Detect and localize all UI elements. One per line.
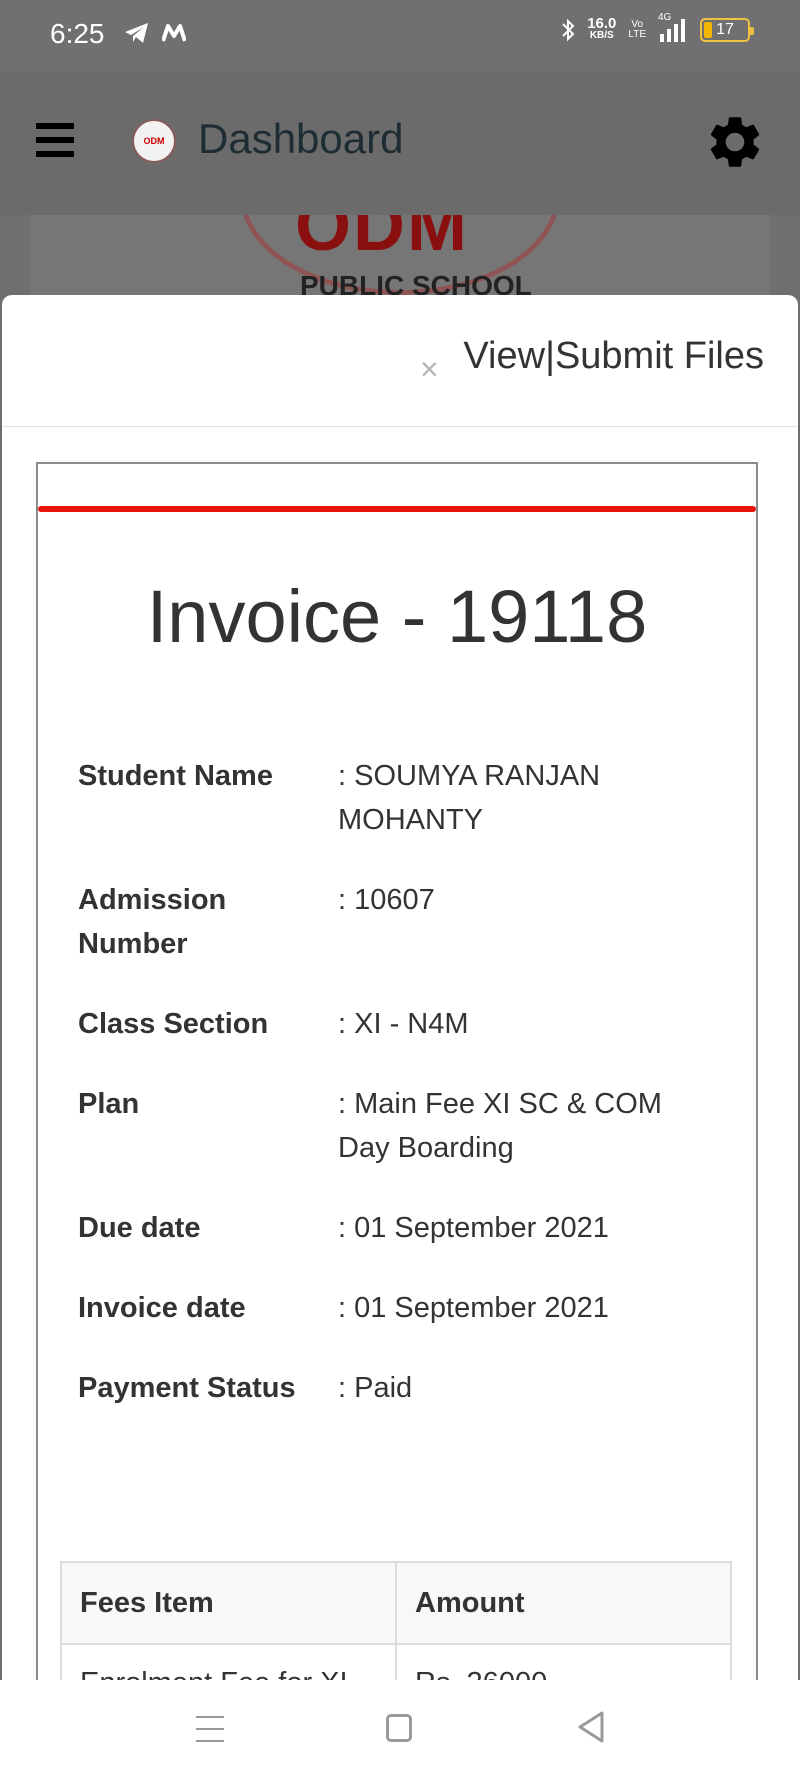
status-right-icons: 16.0 KB/S Vo LTE 4G 17 bbox=[561, 12, 754, 42]
modal-title: View|Submit Files bbox=[463, 335, 764, 377]
fees-table-header-row: Fees Item Amount bbox=[60, 1561, 732, 1645]
school-logo: ODM bbox=[132, 119, 176, 163]
amount-header: Amount bbox=[395, 1561, 732, 1645]
logo-text: ODM bbox=[143, 136, 165, 146]
recent-apps-icon[interactable] bbox=[196, 1716, 224, 1742]
background-page: ODM PUBLIC SCHOOL bbox=[30, 215, 770, 305]
detail-row-payment-status: Payment Status : Paid bbox=[78, 1366, 718, 1410]
invoice-accent-rule bbox=[38, 506, 756, 512]
files-modal: × View|Submit Files Invoice - 19118 Stud… bbox=[2, 295, 798, 1778]
m-app-icon bbox=[162, 24, 186, 42]
detail-value: : Main Fee XI SC & COM Day Boarding bbox=[338, 1088, 662, 1164]
detail-row-admission-number: Admission Number : 10607 bbox=[78, 878, 718, 966]
detail-label: Due date bbox=[78, 1212, 201, 1244]
detail-row-student-name: Student Name : SOUMYA RANJAN MOHANTY bbox=[78, 754, 718, 842]
invoice-details: Student Name : SOUMYA RANJAN MOHANTY Adm… bbox=[78, 754, 718, 1446]
network-speed: 16.0 KB/S bbox=[587, 16, 616, 42]
fees-item-header: Fees Item bbox=[60, 1561, 397, 1645]
detail-value: : 10607 bbox=[338, 884, 435, 916]
modal-header: × View|Submit Files bbox=[2, 295, 798, 427]
signal-indicator: 4G bbox=[658, 12, 688, 42]
detail-label: Class Section bbox=[78, 1008, 269, 1040]
gear-icon[interactable] bbox=[704, 111, 766, 173]
hamburger-menu-icon[interactable] bbox=[36, 123, 74, 157]
status-notification-icons bbox=[124, 22, 186, 44]
detail-row-class-section: Class Section : XI - N4M bbox=[78, 1002, 718, 1046]
telegram-icon bbox=[125, 23, 148, 43]
page-title: Dashboard bbox=[198, 115, 404, 162]
detail-label: Admission Number bbox=[78, 884, 227, 960]
back-icon[interactable] bbox=[576, 1710, 606, 1744]
detail-label: Student Name bbox=[78, 760, 273, 792]
invoice-card: Invoice - 19118 Student Name : SOUMYA RA… bbox=[36, 462, 758, 1778]
battery-level: 17 bbox=[716, 21, 734, 38]
detail-value: : 01 September 2021 bbox=[338, 1292, 609, 1324]
close-icon[interactable]: × bbox=[420, 351, 439, 388]
network-type: 4G bbox=[658, 12, 672, 23]
detail-label: Invoice date bbox=[78, 1292, 246, 1324]
detail-row-due-date: Due date : 01 September 2021 bbox=[78, 1206, 718, 1250]
status-bar: 6:25 16.0 KB/S Vo LTE 4G 17 bbox=[0, 0, 800, 71]
app-bar: ODM Dashboard bbox=[0, 71, 800, 215]
background-logo-text: ODM bbox=[295, 215, 469, 266]
detail-value: : Paid bbox=[338, 1372, 413, 1404]
detail-row-invoice-date: Invoice date : 01 September 2021 bbox=[78, 1286, 718, 1330]
detail-value: : SOUMYA RANJAN MOHANTY bbox=[338, 760, 601, 836]
detail-row-plan: Plan : Main Fee XI SC & COM Day Boarding bbox=[78, 1082, 718, 1170]
detail-value: : 01 September 2021 bbox=[338, 1212, 609, 1244]
battery-icon: 17 bbox=[700, 18, 754, 42]
bluetooth-icon bbox=[562, 18, 575, 42]
status-time: 6:25 bbox=[50, 18, 105, 49]
system-nav-bar bbox=[0, 1680, 800, 1778]
detail-label: Plan bbox=[78, 1088, 140, 1120]
home-icon[interactable] bbox=[386, 1714, 412, 1742]
volte-bottom: LTE bbox=[628, 29, 646, 40]
volte-indicator: Vo LTE bbox=[628, 20, 646, 40]
detail-value: : XI - N4M bbox=[338, 1008, 469, 1040]
detail-label: Payment Status bbox=[78, 1372, 296, 1404]
network-speed-unit: KB/S bbox=[589, 30, 614, 41]
battery-tip bbox=[750, 27, 754, 35]
invoice-title: Invoice - 19118 bbox=[146, 575, 648, 658]
